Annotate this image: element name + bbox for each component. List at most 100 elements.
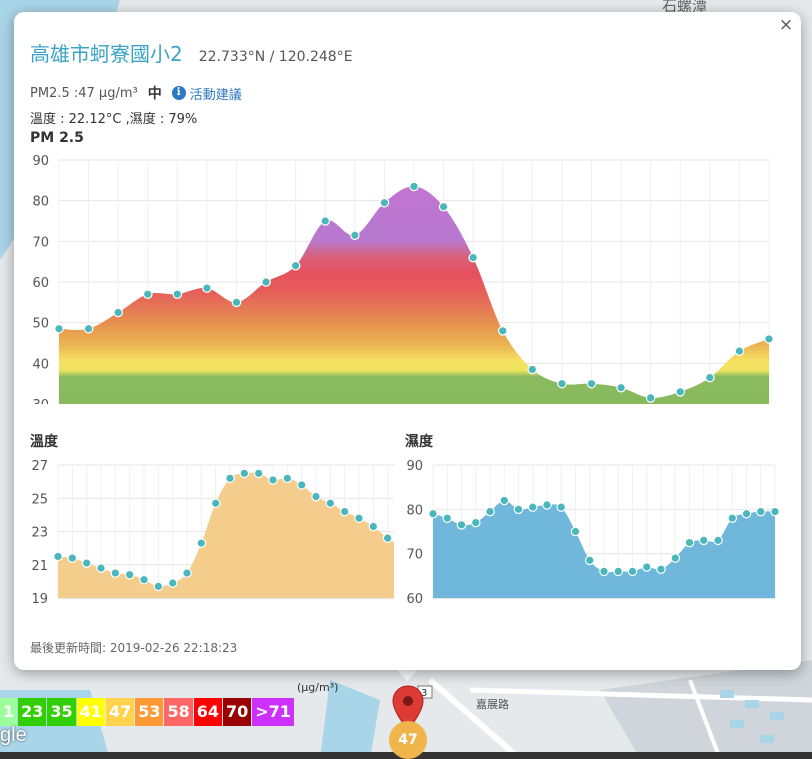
data-point [485, 506, 495, 517]
data-point [705, 372, 715, 383]
y-tick-label: 40 [32, 357, 49, 372]
legend-item: >71 [252, 698, 294, 726]
legend-unit: (μg/m³) [297, 681, 339, 694]
data-point [139, 574, 149, 585]
data-point [755, 506, 766, 517]
marker-pm25-value[interactable]: 47 [389, 721, 427, 759]
data-point [456, 520, 467, 530]
data-point [67, 553, 78, 563]
pm25-chart: PM 2.53040506070809022020610141822 [30, 130, 774, 404]
data-point [325, 498, 336, 509]
data-point [320, 216, 331, 226]
data-point [296, 480, 307, 490]
data-point [268, 475, 278, 485]
legend-item: 47 [105, 698, 135, 726]
chart-title: 濕度 [405, 433, 434, 450]
y-tick-label: 60 [406, 592, 423, 607]
legend-item: 35 [47, 698, 76, 726]
close-icon[interactable]: × [775, 14, 797, 36]
data-point [470, 517, 481, 528]
y-tick-label: 19 [31, 592, 48, 607]
legend-item: 23 [18, 698, 47, 726]
map-label-road: 嘉展路 [476, 697, 509, 711]
legend-item: 64 [193, 698, 222, 726]
pm25-legend: 1 23 35 41 47 53 58 64 70 >71 [0, 698, 295, 726]
chart-title: 溫度 [30, 433, 59, 450]
data-point [210, 498, 221, 509]
data-point [542, 500, 552, 510]
data-point [570, 526, 581, 537]
data-point [339, 506, 350, 517]
data-point [54, 323, 64, 334]
temperature-chart: 溫度 19 21 23 25 27 [30, 433, 394, 607]
data-point [124, 569, 135, 580]
legend-item: 58 [164, 698, 193, 726]
y-tick-label: 30 [32, 398, 49, 404]
popup-tail [396, 669, 418, 681]
data-point [556, 502, 567, 512]
area-fill [58, 472, 394, 598]
y-tick-label: 90 [406, 459, 423, 474]
y-tick-label: 70 [32, 235, 49, 250]
data-point [713, 535, 723, 546]
station-coords: 22.733°N / 120.248°E [198, 49, 353, 65]
y-tick-label: 80 [406, 503, 423, 518]
pm25-level: 中 [147, 86, 162, 102]
data-point [142, 289, 153, 299]
data-point [167, 578, 178, 588]
data-point [282, 473, 293, 484]
data-point [428, 508, 438, 519]
data-point [616, 382, 626, 393]
data-point [741, 508, 752, 519]
data-point [497, 326, 508, 336]
y-tick-label: 80 [32, 195, 49, 210]
station-name: 高雄市蚵寮國小2 [30, 42, 183, 66]
y-tick-label: 23 [31, 526, 48, 541]
data-point [172, 289, 183, 299]
data-point [202, 283, 212, 293]
data-point [311, 491, 321, 502]
info-circle-icon[interactable]: i [171, 86, 186, 100]
data-point [96, 563, 106, 573]
data-point [527, 502, 538, 512]
data-point [153, 581, 164, 592]
data-point [442, 513, 453, 523]
data-point [627, 566, 638, 577]
data-point [438, 201, 449, 212]
data-point [670, 553, 681, 563]
y-tick-label: 27 [31, 459, 48, 474]
data-point [645, 393, 656, 403]
data-point [656, 564, 666, 574]
data-point [499, 495, 510, 506]
data-point [584, 555, 595, 566]
y-tick-label: 70 [406, 548, 423, 563]
data-point [196, 538, 207, 548]
data-point [734, 346, 745, 356]
y-tick-label: 50 [32, 317, 49, 332]
data-point [770, 506, 779, 517]
data-point [83, 323, 94, 334]
data-point [290, 260, 301, 271]
popup-header: 高雄市蚵寮國小2 22.733°N / 120.248°E [30, 38, 353, 67]
last-updated: 最後更新時間: 2019-02-26 22:18:23 [30, 641, 238, 655]
data-point [239, 468, 250, 479]
data-point [599, 566, 609, 577]
data-point [253, 468, 264, 479]
legend-item: 41 [76, 698, 105, 726]
pm25-reading: PM2.5 :47 μg/m³ [30, 85, 138, 101]
data-point [409, 181, 419, 192]
chart-title: PM 2.5 [30, 130, 84, 146]
legend-item: 70 [223, 698, 252, 726]
data-point [81, 558, 92, 568]
data-point [379, 197, 390, 208]
data-point [675, 386, 686, 397]
data-point [684, 537, 695, 548]
data-point [527, 364, 538, 375]
activity-advice-link[interactable]: 活動建議 [190, 84, 242, 103]
data-point [368, 521, 379, 532]
y-tick-label: 90 [32, 154, 49, 169]
data-point [468, 252, 478, 263]
y-tick-label: 25 [31, 492, 48, 507]
data-point [513, 504, 524, 515]
y-tick-label: 21 [31, 559, 48, 574]
